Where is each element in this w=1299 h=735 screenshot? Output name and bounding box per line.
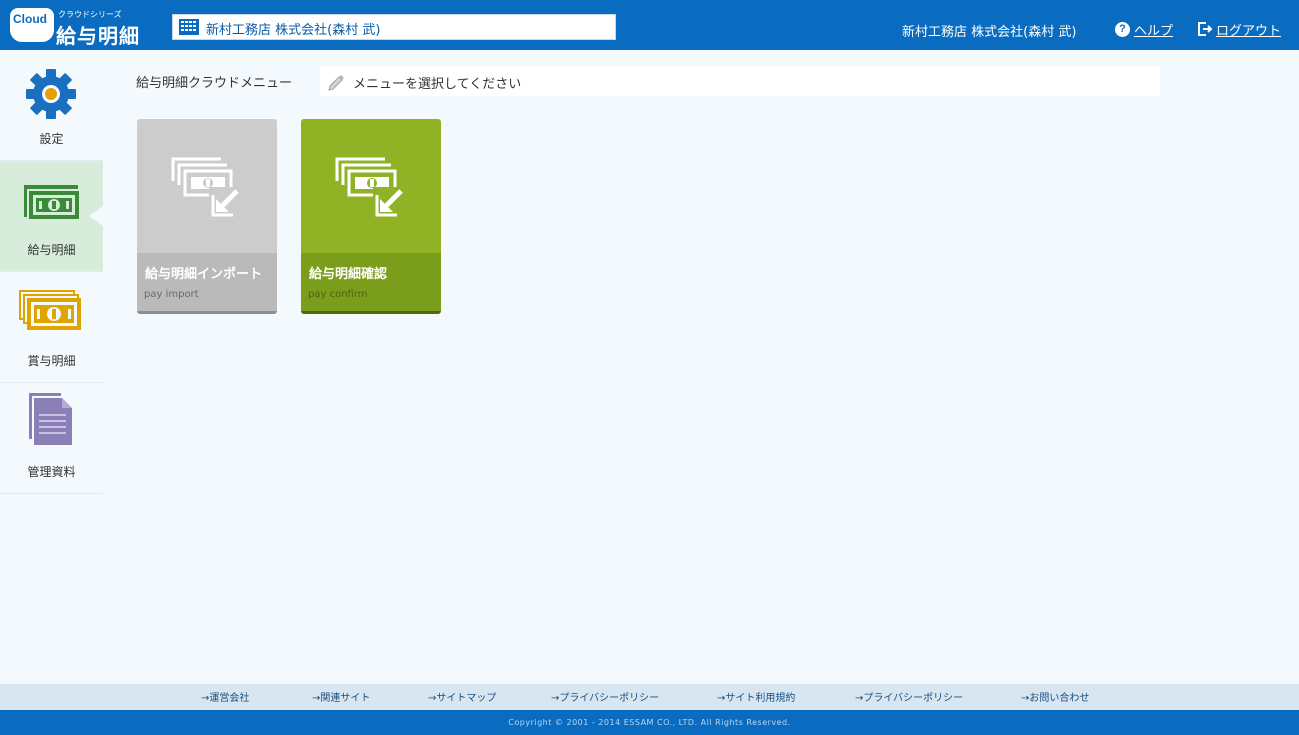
bonus-money-icon bbox=[19, 290, 81, 330]
footer-link-privacy[interactable]: →プライバシーポリシー bbox=[551, 689, 659, 704]
logo-product-text: 給与明細 bbox=[56, 24, 140, 48]
pay-money-icon bbox=[24, 185, 81, 221]
company-selector[interactable]: 新村工務店 株式会社(森村 武) bbox=[172, 14, 616, 40]
sidebar-item-documents[interactable]: 管理資料 bbox=[0, 383, 103, 494]
money-import-icon bbox=[171, 157, 239, 217]
logout-label: ログアウト bbox=[1216, 23, 1282, 39]
help-link[interactable]: ? ヘルプ bbox=[1115, 20, 1174, 39]
header-bar: Cloud クラウドシリーズ 給与明細 新村工務店 株式会社(森村 武) 新村工… bbox=[0, 0, 1299, 50]
tile-top bbox=[301, 119, 441, 253]
pay-confirm-tile[interactable]: 給与明細確認 pay confirm bbox=[301, 119, 441, 314]
copyright-text: Copyright © 2001 - 2014 ESSAM CO., LTD. … bbox=[508, 718, 791, 727]
tile-bottom: 給与明細インポート pay import bbox=[137, 253, 277, 311]
footer-links: →運営会社 →関連サイト →サイトマップ →プライバシーポリシー →サイト利用規… bbox=[0, 684, 1299, 710]
sidebar-item-settings[interactable]: 設定 bbox=[0, 50, 103, 161]
tile-bar bbox=[301, 311, 441, 314]
sidebar-item-bonus[interactable]: 賞与明細 bbox=[0, 272, 103, 383]
footer-link-contact[interactable]: →お問い合わせ bbox=[1021, 689, 1089, 704]
footer-link-sitemap[interactable]: →サイトマップ bbox=[428, 689, 496, 704]
tile-top bbox=[137, 119, 277, 253]
active-indicator bbox=[89, 206, 103, 226]
page-title: 給与明細クラウドメニュー bbox=[136, 76, 293, 91]
tile-label: 給与明細インポート bbox=[145, 267, 263, 282]
documents-icon bbox=[29, 393, 72, 445]
footer-link-company[interactable]: →運営会社 bbox=[201, 689, 249, 704]
tile-sublabel: pay confirm bbox=[308, 289, 368, 300]
tile-bottom: 給与明細確認 pay confirm bbox=[301, 253, 441, 311]
message-bar: メニューを選択してください bbox=[320, 66, 1160, 96]
logout-icon bbox=[1198, 22, 1213, 36]
logo-series-text: クラウドシリーズ bbox=[58, 10, 122, 19]
footer-link-terms[interactable]: →サイト利用規約 bbox=[717, 689, 795, 704]
gear-icon bbox=[26, 69, 76, 119]
company-name: 新村工務店 株式会社(森村 武) bbox=[206, 23, 381, 38]
help-icon: ? bbox=[1115, 21, 1130, 37]
help-label: ヘルプ bbox=[1134, 23, 1174, 39]
sidebar-item-pay[interactable]: 給与明細 bbox=[0, 161, 103, 272]
tile-label: 給与明細確認 bbox=[309, 267, 388, 282]
message-text: メニューを選択してください bbox=[353, 77, 522, 92]
footer-link-related[interactable]: →関連サイト bbox=[312, 689, 370, 704]
sidebar: 設定 給与明細 賞与明細 管理資料 bbox=[0, 50, 103, 684]
sidebar-item-label: 給与明細 bbox=[27, 243, 76, 257]
user-name: 新村工務店 株式会社(森村 武) bbox=[902, 25, 1077, 40]
money-confirm-icon bbox=[335, 157, 403, 217]
pencil-icon bbox=[328, 75, 344, 91]
logo-cloud-text: Cloud bbox=[13, 12, 47, 26]
sidebar-item-label: 管理資料 bbox=[27, 465, 76, 479]
sidebar-item-label: 賞与明細 bbox=[27, 354, 76, 368]
pay-import-tile[interactable]: 給与明細インポート pay import bbox=[137, 119, 277, 314]
tile-sublabel: pay import bbox=[144, 289, 199, 300]
logout-link[interactable]: ログアウト bbox=[1197, 20, 1282, 39]
footer-link-privacy-2[interactable]: →プライバシーポリシー bbox=[855, 689, 963, 704]
app-logo[interactable]: Cloud クラウドシリーズ 給与明細 bbox=[10, 6, 146, 48]
footer-copyright-bar: Copyright © 2001 - 2014 ESSAM CO., LTD. … bbox=[0, 710, 1299, 735]
building-icon bbox=[179, 19, 199, 35]
sidebar-item-label: 設定 bbox=[39, 132, 64, 146]
tile-bar bbox=[137, 311, 277, 314]
